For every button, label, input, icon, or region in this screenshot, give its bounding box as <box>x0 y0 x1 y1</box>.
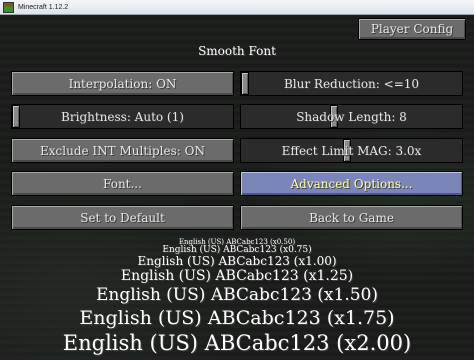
font-sample-x125: English (US) ABCabc123 (x1.25) <box>120 268 354 284</box>
shadow-length-slider[interactable]: Shadow Length: 8 <box>240 104 463 129</box>
interpolation-button[interactable]: Interpolation: ON <box>11 71 234 96</box>
brightness-slider[interactable]: Brightness: Auto (1) <box>11 104 234 129</box>
font-sample-x175: English (US) ABCabc123 (x1.75) <box>79 307 395 329</box>
back-to-game-button[interactable]: Back to Game <box>240 205 463 230</box>
font-sample-x200: English (US) ABCabc123 (x2.00) <box>62 331 412 355</box>
blur-reduction-slider[interactable]: Blur Reduction: <=10 <box>240 71 463 96</box>
slider-knob[interactable] <box>241 72 249 95</box>
advanced-options-button[interactable]: Advanced Options... <box>240 171 463 196</box>
screen-title: Smooth Font <box>198 44 276 58</box>
shadow-length-label: Shadow Length: 8 <box>296 109 407 124</box>
player-config-button[interactable]: Player Config <box>358 18 466 40</box>
minecraft-icon <box>3 1 14 13</box>
blur-reduction-label: Blur Reduction: <=10 <box>283 76 420 91</box>
brightness-label: Brightness: Auto (1) <box>61 109 184 124</box>
slider-knob[interactable] <box>12 105 20 128</box>
set-to-default-button[interactable]: Set to Default <box>11 205 234 230</box>
window-title: Minecraft 1.12.2 <box>18 3 69 11</box>
window-titlebar[interactable]: Minecraft 1.12.2 <box>0 0 474 15</box>
effect-limit-mag-slider[interactable]: Effect Limit MAG: 3.0x <box>240 138 463 163</box>
exclude-int-multiples-button[interactable]: Exclude INT Multiples: ON <box>11 138 234 163</box>
font-sample-x100: English (US) ABCabc123 (x1.00) <box>137 254 337 268</box>
font-sample-x150: English (US) ABCabc123 (x1.50) <box>95 285 379 305</box>
effect-limit-mag-label: Effect Limit MAG: 3.0x <box>281 143 422 158</box>
font-button[interactable]: Font... <box>11 171 234 196</box>
